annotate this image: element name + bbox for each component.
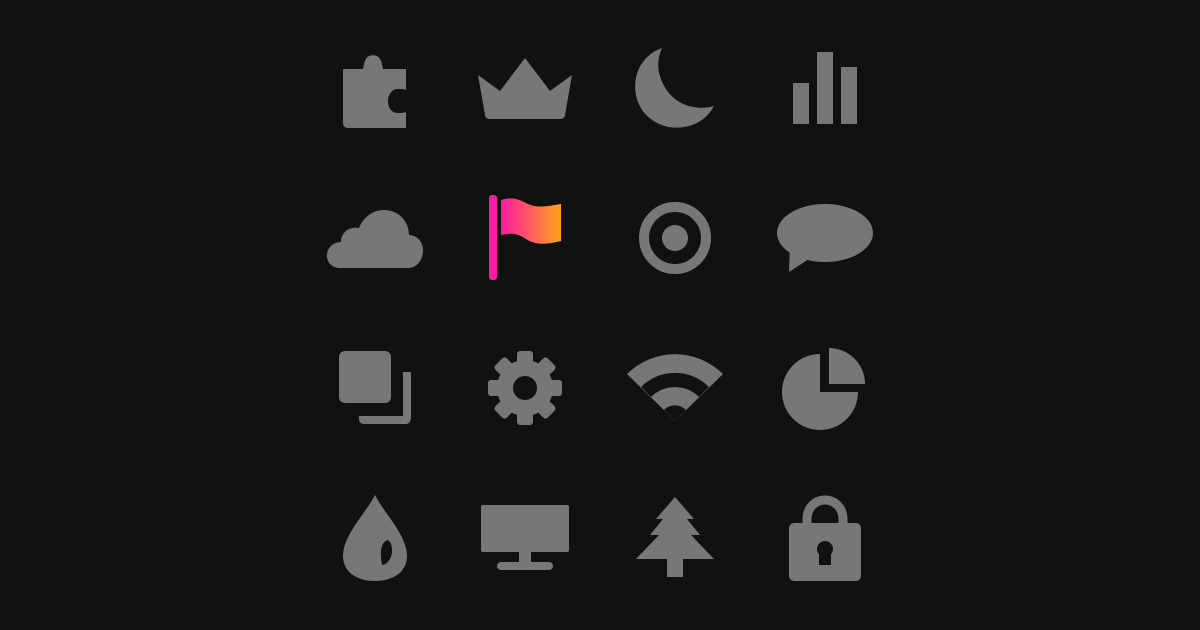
cloud-icon[interactable]: [320, 183, 430, 293]
lock-icon[interactable]: [770, 483, 880, 593]
wifi-icon[interactable]: [620, 333, 730, 443]
water-drop-icon[interactable]: [320, 483, 430, 593]
pine-tree-icon[interactable]: [620, 483, 730, 593]
flag-icon[interactable]: [470, 183, 580, 293]
bar-chart-icon[interactable]: [770, 33, 880, 143]
pie-chart-icon[interactable]: [770, 333, 880, 443]
crown-icon[interactable]: [470, 33, 580, 143]
target-icon[interactable]: [620, 183, 730, 293]
gear-icon[interactable]: [470, 333, 580, 443]
moon-icon[interactable]: [620, 33, 730, 143]
icon-grid: [0, 0, 1200, 630]
copy-layers-icon[interactable]: [320, 333, 430, 443]
speech-bubble-icon[interactable]: [770, 183, 880, 293]
puzzle-piece-icon[interactable]: [320, 33, 430, 143]
monitor-icon[interactable]: [470, 483, 580, 593]
